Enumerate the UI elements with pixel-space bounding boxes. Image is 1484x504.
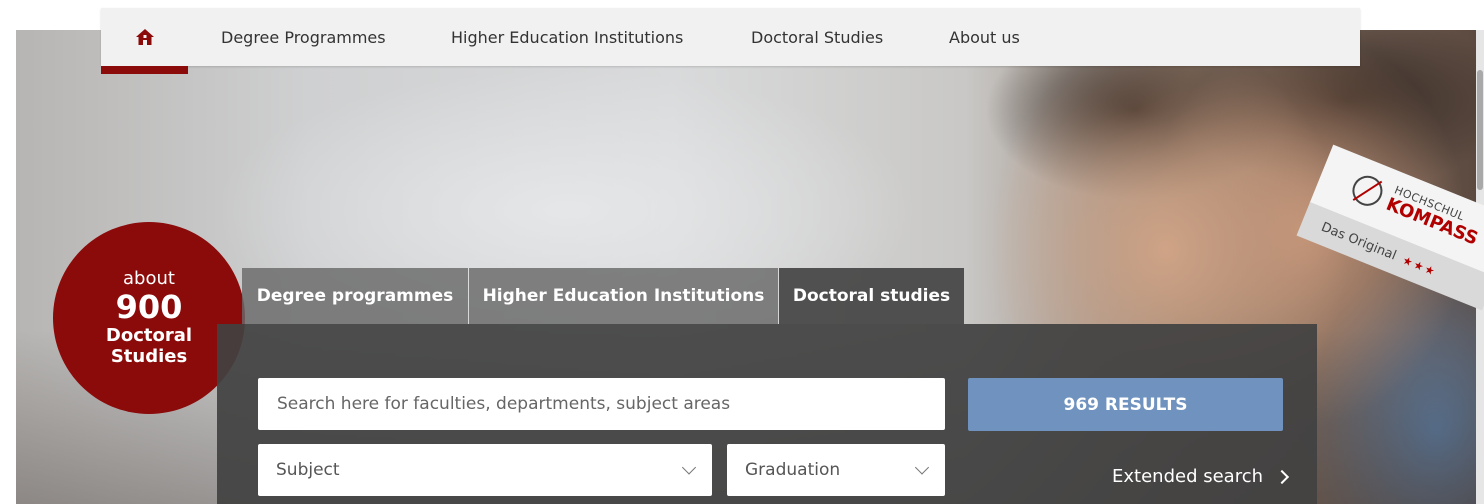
subject-select[interactable]: Subject (258, 444, 712, 496)
main-navigation: Degree Programmes Higher Education Insti… (101, 8, 1360, 74)
chevron-down-icon (914, 460, 930, 475)
nav-item-doctoral-studies[interactable]: Doctoral Studies (751, 8, 883, 66)
nav-item-degree-programmes[interactable]: Degree Programmes (221, 8, 386, 66)
extended-search-link[interactable]: Extended search (1112, 466, 1290, 487)
extended-search-label: Extended search (1112, 466, 1264, 487)
graduation-select-label: Graduation (745, 460, 841, 480)
chevron-right-icon (1274, 469, 1290, 484)
nav-item-about-us[interactable]: About us (949, 8, 1020, 66)
nav-item-higher-education-institutions[interactable]: Higher Education Institutions (451, 8, 683, 66)
tab-higher-education-institutions[interactable]: Higher Education Institutions (469, 268, 778, 324)
badge-line-2: Studies (110, 346, 188, 367)
results-button[interactable]: 969 RESULTS (968, 378, 1283, 431)
nav-home-button[interactable] (101, 8, 188, 74)
logo-stars: ★★★ (1400, 253, 1439, 279)
search-input[interactable] (258, 378, 945, 430)
chevron-down-icon (681, 460, 697, 475)
compass-icon (1347, 171, 1387, 211)
badge-about-text: about (123, 268, 175, 289)
tab-doctoral-studies[interactable]: Doctoral studies (779, 268, 964, 324)
badge-line-1: Doctoral (105, 325, 193, 346)
home-icon (135, 29, 154, 45)
graduation-select[interactable]: Graduation (727, 444, 945, 496)
tab-degree-programmes[interactable]: Degree programmes (242, 268, 468, 324)
scrollbar-thumb[interactable] (1477, 70, 1483, 190)
badge-number: 900 (115, 288, 183, 326)
subject-select-label: Subject (276, 460, 340, 480)
